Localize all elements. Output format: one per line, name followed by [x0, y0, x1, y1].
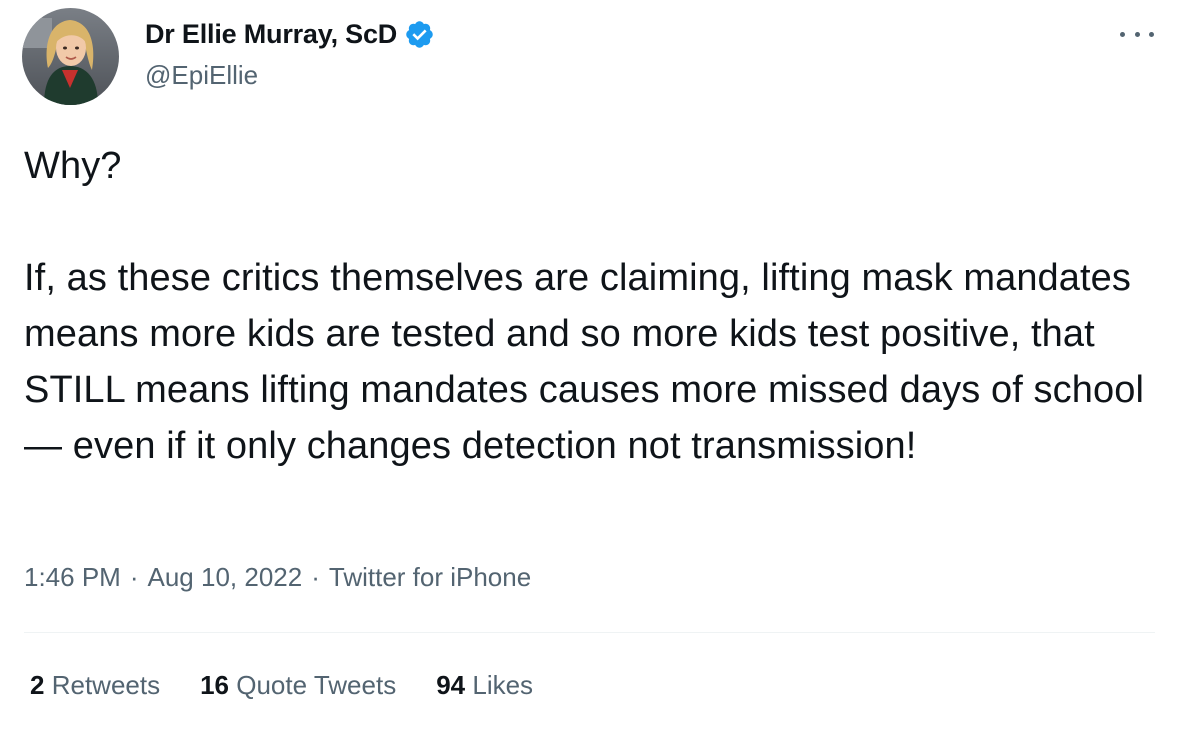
tweet-source-link[interactable]: Twitter for iPhone: [329, 562, 531, 593]
quote-tweets-count: 16: [200, 670, 230, 700]
tweet-metadata: 1:46 PM · Aug 10, 2022 · Twitter for iPh…: [24, 562, 531, 593]
retweets-count: 2: [30, 670, 45, 700]
author-display-name[interactable]: Dr Ellie Murray, ScD: [145, 19, 397, 50]
quote-tweets-label: Quote Tweets: [236, 670, 397, 700]
separator: ·: [129, 562, 139, 592]
tweet-card: Dr Ellie Murray, ScD @EpiEllie Why? If, …: [0, 0, 1186, 738]
retweets-label: Retweets: [51, 670, 161, 700]
tweet-time[interactable]: 1:46 PM: [24, 562, 121, 593]
separator: ·: [311, 562, 320, 592]
tweet-paragraph: If, as these critics themselves are clai…: [24, 257, 1144, 467]
likes-count: 94: [436, 670, 466, 700]
retweets-stat[interactable]: 2 Retweets: [30, 670, 160, 701]
avatar-image: [22, 8, 119, 105]
avatar[interactable]: [22, 8, 119, 105]
likes-stat[interactable]: 94 Likes: [436, 670, 533, 701]
dot: [1134, 31, 1140, 37]
tweet-text: Why? If, as these critics themselves are…: [24, 138, 1164, 474]
quote-tweets-stat[interactable]: 16 Quote Tweets: [200, 670, 396, 701]
divider: [24, 632, 1155, 633]
more-options-icon[interactable]: [1120, 22, 1154, 46]
dot: [1149, 31, 1154, 37]
author-name-row: Dr Ellie Murray, ScD: [145, 14, 435, 54]
author-handle[interactable]: @EpiEllie: [145, 60, 258, 91]
tweet-paragraph: Why?: [24, 145, 122, 187]
dot: [1120, 31, 1125, 37]
verified-badge-icon: [404, 19, 435, 50]
tweet-date[interactable]: Aug 10, 2022: [148, 562, 303, 593]
likes-label: Likes: [472, 670, 534, 700]
engagement-stats: 2 Retweets 16 Quote Tweets 94 Likes: [30, 670, 573, 701]
